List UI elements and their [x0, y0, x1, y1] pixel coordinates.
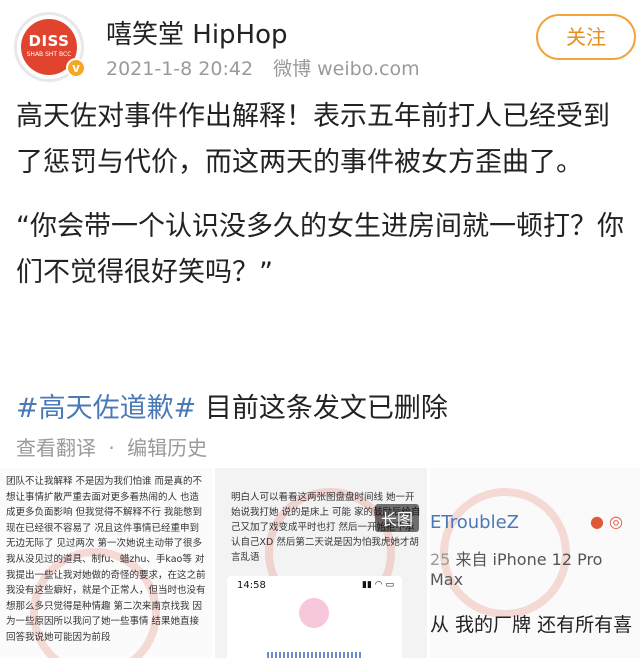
medal-icon: ● ◎	[590, 512, 624, 531]
topic-link[interactable]: #高天佐道歉#	[16, 393, 196, 424]
phone-time: 14:58	[237, 580, 266, 591]
avatar-logo-subtext: SHAB SHT BCC	[26, 51, 72, 58]
audio-waveform-icon	[267, 652, 362, 658]
avatar-logo-text: DISS	[28, 32, 70, 50]
edit-history-link[interactable]: 编辑历史	[127, 436, 207, 460]
username[interactable]: 嘻笑堂 HipHop	[106, 14, 288, 51]
post-body: 高天佐对事件作出解释！表示五年前打人已经受到了惩罚与代价，而这两天的事件被女方歪…	[16, 94, 628, 296]
chat-avatar-icon	[299, 598, 329, 628]
image-1-text: 团队不让我解释 不是因为我们怕谁 而是真的不想让事情扩散严重去面对更多看热闹的人…	[6, 476, 206, 643]
post-header: DISS SHAB SHT BCC v 嘻笑堂 HipHop 2021-1-8 …	[0, 0, 640, 90]
image-3-text: 从 我的厂牌 还有所有喜	[430, 614, 633, 636]
post-source: 微博 weibo.com	[273, 58, 420, 80]
image-gallery: 团队不让我解释 不是因为我们怕谁 而是真的不想让事情扩散严重去面对更多看热闹的人…	[0, 460, 640, 658]
topic-line: #高天佐道歉# 目前这条发文已删除	[16, 386, 448, 432]
post-date: 2021-1-8 20:42	[106, 58, 254, 80]
actions-separator: ·	[108, 436, 115, 460]
long-image-badge: 长图	[375, 504, 420, 532]
image-3-username: ETroubleZ	[430, 512, 519, 533]
follow-button[interactable]: 关注	[536, 14, 636, 60]
gallery-image-3[interactable]: ETroubleZ ● ◎ 25 来自 iPhone 12 Pro Max 从 …	[430, 468, 640, 658]
image-3-source: 25 来自 iPhone 12 Pro Max	[430, 546, 640, 589]
post-paragraph-2: “你会带一个认识没多久的女生进房间就一顿打？你们不觉得很好笑吗？”	[16, 211, 624, 288]
phone-status-icons: ▮▮ ◠ ▭	[362, 580, 394, 590]
translate-link[interactable]: 查看翻译	[16, 436, 96, 460]
image-3-source-prefix: 25	[430, 550, 451, 569]
topic-suffix: 目前这条发文已删除	[196, 393, 448, 424]
post-actions: 查看翻译 · 编辑历史	[16, 432, 213, 461]
post-meta: 2021-1-8 20:42 微博 weibo.com	[106, 54, 434, 81]
gallery-image-1[interactable]: 团队不让我解释 不是因为我们怕谁 而是真的不想让事情扩散严重去面对更多看热闹的人…	[0, 468, 212, 658]
image-3-source-device: 来自 iPhone 12 Pro Max	[430, 550, 603, 589]
post-paragraph-1: 高天佐对事件作出解释！表示五年前打人已经受到了惩罚与代价，而这两天的事件被女方歪…	[16, 101, 610, 178]
phone-screenshot: 14:58 ▮▮ ◠ ▭	[227, 576, 402, 658]
verified-badge-icon: v	[66, 58, 86, 78]
gallery-image-2[interactable]: 明白人可以看看这两张图盘盘时间线 她一开始说我打她 说的是床上 可能 家的鼓励后…	[215, 468, 427, 658]
